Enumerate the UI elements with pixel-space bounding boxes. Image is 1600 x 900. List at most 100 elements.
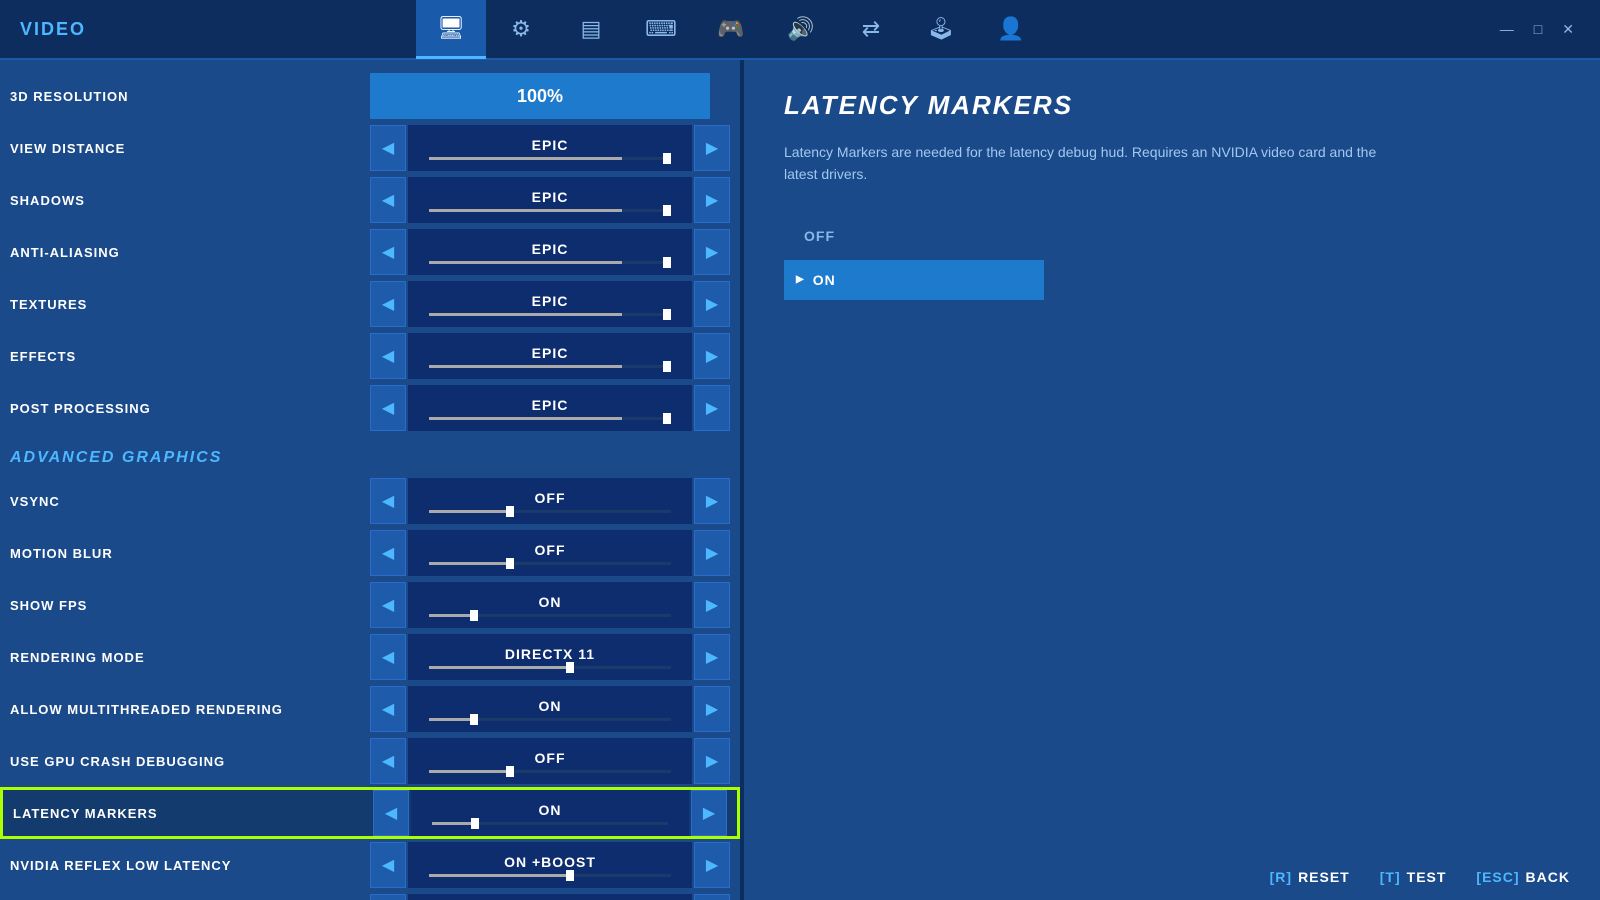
value-shadows: EPIC bbox=[408, 177, 692, 223]
tab-ui[interactable]: ▤ bbox=[556, 0, 626, 59]
tab-account[interactable]: 👤 bbox=[976, 0, 1046, 59]
page-title: VIDEO bbox=[20, 19, 86, 40]
arrow-right-latency-markers[interactable]: ▶ bbox=[691, 790, 727, 836]
label-effects: EFFECTS bbox=[10, 349, 370, 364]
arrow-right-shadows[interactable]: ▶ bbox=[694, 177, 730, 223]
arrow-left-latency-markers[interactable]: ◀ bbox=[373, 790, 409, 836]
control-anti-aliasing: ◀ EPIC ▶ bbox=[370, 229, 730, 275]
value-multithreaded: ON bbox=[408, 686, 692, 732]
arrow-left-effects[interactable]: ◀ bbox=[370, 333, 406, 379]
reset-label: RESET bbox=[1298, 869, 1350, 885]
control-textures: ◀ EPIC ▶ bbox=[370, 281, 730, 327]
nav-tabs: 🖥 ⚙ ▤ ⌨ 🎮 🔊 ⇄ 🕹 👤 bbox=[416, 0, 1046, 59]
value-nvidia-reflex: ON +BOOST bbox=[408, 842, 692, 888]
arrow-left-view-distance[interactable]: ◀ bbox=[370, 125, 406, 171]
arrow-right-vsync[interactable]: ▶ bbox=[694, 478, 730, 524]
label-multithreaded: ALLOW MULTITHREADED RENDERING bbox=[10, 702, 370, 717]
tab-keyboard[interactable]: ⌨ bbox=[626, 0, 696, 59]
value-latency-markers: ON bbox=[411, 790, 689, 836]
detail-panel: LATENCY MARKERS Latency Markers are need… bbox=[744, 60, 1600, 900]
arrow-left-vsync[interactable]: ◀ bbox=[370, 478, 406, 524]
arrow-right-anti-aliasing[interactable]: ▶ bbox=[694, 229, 730, 275]
arrow-right-rendering-mode[interactable]: ▶ bbox=[694, 634, 730, 680]
advanced-graphics-header: ADVANCED GRAPHICS bbox=[0, 434, 740, 475]
label-shadows: SHADOWS bbox=[10, 193, 370, 208]
arrow-right-show-fps[interactable]: ▶ bbox=[694, 582, 730, 628]
arrow-right-multithreaded[interactable]: ▶ bbox=[694, 686, 730, 732]
control-effects: ◀ EPIC ▶ bbox=[370, 333, 730, 379]
reset-key: [R] bbox=[1270, 869, 1292, 885]
setting-row-multithreaded: ALLOW MULTITHREADED RENDERING ◀ ON ▶ bbox=[0, 683, 740, 735]
arrow-left-gpu-crash[interactable]: ◀ bbox=[370, 738, 406, 784]
value-anti-aliasing: EPIC bbox=[408, 229, 692, 275]
value-post-processing: EPIC bbox=[408, 385, 692, 431]
control-shadows: ◀ EPIC ▶ bbox=[370, 177, 730, 223]
control-view-distance: ◀ EPIC ▶ bbox=[370, 125, 730, 171]
option-list: OFF ▶ ON bbox=[784, 216, 1560, 300]
arrow-right-effects[interactable]: ▶ bbox=[694, 333, 730, 379]
arrow-left-rendering-mode[interactable]: ◀ bbox=[370, 634, 406, 680]
option-off[interactable]: OFF bbox=[784, 216, 1044, 256]
arrow-left-show-fps[interactable]: ◀ bbox=[370, 582, 406, 628]
arrow-right-textures[interactable]: ▶ bbox=[694, 281, 730, 327]
label-post-processing: POST PROCESSING bbox=[10, 401, 370, 416]
option-on-label: ON bbox=[813, 272, 836, 288]
setting-row-show-fps: SHOW FPS ◀ ON ▶ bbox=[0, 579, 740, 631]
back-action[interactable]: [ESC] BACK bbox=[1476, 869, 1570, 885]
arrow-right-motion-blur[interactable]: ▶ bbox=[694, 530, 730, 576]
control-vsync: ◀ OFF ▶ bbox=[370, 478, 730, 524]
label-show-fps: SHOW FPS bbox=[10, 598, 370, 613]
label-rendering-mode: RENDERING MODE bbox=[10, 650, 370, 665]
tab-settings[interactable]: ⚙ bbox=[486, 0, 556, 59]
value-gpu-crash: OFF bbox=[408, 738, 692, 784]
tab-accessibility[interactable]: ⇄ bbox=[836, 0, 906, 59]
bottom-bar: [R] RESET [T] TEST [ESC] BACK bbox=[1240, 854, 1600, 900]
top-bar: VIDEO 🖥 ⚙ ▤ ⌨ 🎮 🔊 ⇄ 🕹 👤 — □ ✕ bbox=[0, 0, 1600, 60]
arrow-left-motion-blur[interactable]: ◀ bbox=[370, 530, 406, 576]
control-latency-flash: ◀ ON ▶ bbox=[370, 894, 730, 900]
arrow-left-post-processing[interactable]: ◀ bbox=[370, 385, 406, 431]
test-action[interactable]: [T] TEST bbox=[1380, 869, 1447, 885]
tab-video[interactable]: 🖥 bbox=[416, 0, 486, 59]
setting-row-anti-aliasing: ANTI-ALIASING ◀ EPIC ▶ bbox=[0, 226, 740, 278]
option-off-label: OFF bbox=[804, 228, 835, 244]
arrow-left-shadows[interactable]: ◀ bbox=[370, 177, 406, 223]
control-nvidia-reflex: ◀ ON +BOOST ▶ bbox=[370, 842, 730, 888]
back-key: [ESC] bbox=[1476, 869, 1519, 885]
setting-row-view-distance: VIEW DISTANCE ◀ EPIC ▶ bbox=[0, 122, 740, 174]
arrow-right-latency-flash[interactable]: ▶ bbox=[694, 894, 730, 900]
arrow-right-post-processing[interactable]: ▶ bbox=[694, 385, 730, 431]
tab-controller[interactable]: 🎮 bbox=[696, 0, 766, 59]
control-3d-resolution: 100% bbox=[370, 73, 730, 119]
value-textures: EPIC bbox=[408, 281, 692, 327]
maximize-button[interactable]: □ bbox=[1528, 19, 1548, 40]
setting-row-effects: EFFECTS ◀ EPIC ▶ bbox=[0, 330, 740, 382]
arrow-right-nvidia-reflex[interactable]: ▶ bbox=[694, 842, 730, 888]
control-multithreaded: ◀ ON ▶ bbox=[370, 686, 730, 732]
setting-row-3d-resolution: 3D RESOLUTION 100% bbox=[0, 70, 740, 122]
setting-row-latency-markers: LATENCY MARKERS ◀ ON ▶ bbox=[0, 787, 740, 839]
arrow-right-gpu-crash[interactable]: ▶ bbox=[694, 738, 730, 784]
reset-action[interactable]: [R] RESET bbox=[1270, 869, 1350, 885]
close-button[interactable]: ✕ bbox=[1556, 19, 1580, 40]
arrow-right-view-distance[interactable]: ▶ bbox=[694, 125, 730, 171]
arrow-left-nvidia-reflex[interactable]: ◀ bbox=[370, 842, 406, 888]
setting-row-shadows: SHADOWS ◀ EPIC ▶ bbox=[0, 174, 740, 226]
main-content: 3D RESOLUTION 100% VIEW DISTANCE ◀ EPIC … bbox=[0, 60, 1600, 900]
arrow-left-anti-aliasing[interactable]: ◀ bbox=[370, 229, 406, 275]
arrow-left-multithreaded[interactable]: ◀ bbox=[370, 686, 406, 732]
setting-row-latency-flash: LATENCY FLASH ◀ ON ▶ bbox=[0, 891, 740, 900]
arrow-left-latency-flash[interactable]: ◀ bbox=[370, 894, 406, 900]
minimize-button[interactable]: — bbox=[1494, 19, 1520, 40]
back-label: BACK bbox=[1526, 869, 1570, 885]
tab-audio[interactable]: 🔊 bbox=[766, 0, 836, 59]
value-latency-flash: ON bbox=[408, 894, 692, 900]
tab-gamepad[interactable]: 🕹 bbox=[906, 0, 976, 59]
setting-row-rendering-mode: RENDERING MODE ◀ DIRECTX 11 ▶ bbox=[0, 631, 740, 683]
label-vsync: VSYNC bbox=[10, 494, 370, 509]
setting-row-post-processing: POST PROCESSING ◀ EPIC ▶ bbox=[0, 382, 740, 434]
arrow-left-textures[interactable]: ◀ bbox=[370, 281, 406, 327]
option-on[interactable]: ▶ ON bbox=[784, 260, 1044, 300]
detail-description: Latency Markers are needed for the laten… bbox=[784, 141, 1384, 186]
window-controls: — □ ✕ bbox=[1494, 19, 1580, 40]
